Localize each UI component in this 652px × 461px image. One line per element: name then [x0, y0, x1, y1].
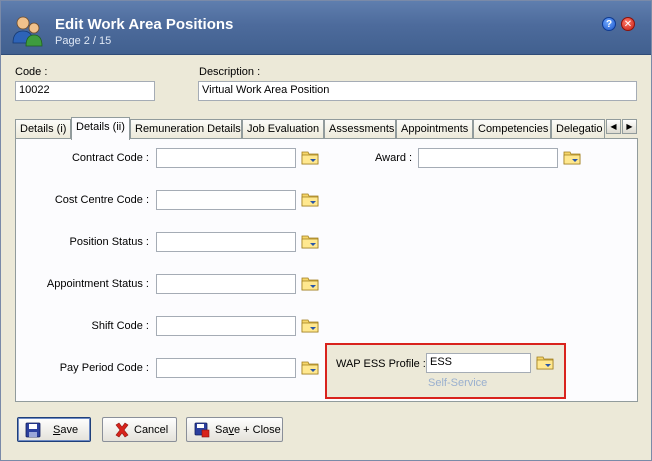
- save-label: ave: [60, 424, 79, 436]
- folder-lookup-icon[interactable]: [301, 275, 319, 291]
- title-bar: Edit Work Area Positions Page 2 / 15 ? ✕: [1, 1, 651, 55]
- appointment-status-field[interactable]: [156, 274, 296, 294]
- contract-code-label: Contract Code :: [71, 152, 149, 164]
- code-field[interactable]: 10022: [15, 81, 155, 101]
- floppy-close-icon: [194, 422, 210, 438]
- description-label: Description :: [199, 66, 261, 78]
- appointment-status-label: Appointment Status :: [46, 278, 149, 290]
- folder-lookup-icon[interactable]: [301, 317, 319, 333]
- tab-remuneration-details[interactable]: Remuneration Details: [130, 119, 242, 139]
- tab-competencies[interactable]: Competencies: [473, 119, 551, 139]
- cancel-button[interactable]: Cancel: [102, 417, 177, 442]
- award-label: Award :: [375, 152, 413, 164]
- cost-centre-code-field[interactable]: [156, 190, 296, 210]
- tab-assessments[interactable]: Assessments: [324, 119, 396, 139]
- window-title: Edit Work Area Positions: [55, 16, 234, 33]
- folder-lookup-icon[interactable]: [301, 233, 319, 249]
- folder-lookup-icon[interactable]: [563, 149, 581, 165]
- shift-code-label: Shift Code :: [91, 320, 149, 332]
- shift-code-field[interactable]: [156, 316, 296, 336]
- tab-job-evaluation[interactable]: Job Evaluation: [242, 119, 324, 139]
- position-status-label: Position Status :: [69, 236, 150, 248]
- tab-delegations[interactable]: Delegatio: [551, 119, 605, 139]
- code-label: Code :: [15, 66, 48, 78]
- contract-code-field[interactable]: [156, 148, 296, 168]
- edit-work-area-positions-window: Edit Work Area Positions Page 2 / 15 ? ✕…: [0, 0, 652, 461]
- save-close-button[interactable]: Save + Close: [186, 417, 283, 442]
- description-field[interactable]: Virtual Work Area Position: [198, 81, 637, 101]
- tab-details-i[interactable]: Details (i): [15, 119, 71, 139]
- ess-profile-label: WAP ESS Profile :: [336, 358, 426, 370]
- tab-strip: Details (i) Details (ii) Remuneration De…: [15, 117, 637, 140]
- folder-lookup-icon[interactable]: [301, 149, 319, 165]
- close-button[interactable]: ✕: [621, 17, 635, 31]
- folder-lookup-icon[interactable]: [301, 359, 319, 375]
- pay-period-code-label: Pay Period Code :: [59, 362, 149, 374]
- users-icon: [12, 16, 43, 47]
- ess-profile-description: Self-Service: [428, 377, 488, 389]
- floppy-disk-icon: [25, 422, 41, 438]
- save-close-label-post: e + Close: [233, 424, 281, 436]
- folder-lookup-icon[interactable]: [536, 354, 554, 370]
- tab-appointments[interactable]: Appointments: [396, 119, 473, 139]
- ess-profile-field[interactable]: ESS: [426, 353, 531, 373]
- red-x-icon: [115, 422, 129, 438]
- tab-details-ii[interactable]: Details (ii): [71, 117, 130, 140]
- position-status-field[interactable]: [156, 232, 296, 252]
- tab-scroll-right-button[interactable]: ▶: [622, 119, 637, 134]
- cost-centre-code-label: Cost Centre Code :: [54, 194, 149, 206]
- pay-period-code-field[interactable]: [156, 358, 296, 378]
- save-button[interactable]: Save: [17, 417, 91, 442]
- cancel-label: Cancel: [134, 424, 169, 436]
- help-button[interactable]: ?: [602, 17, 616, 31]
- save-close-label-pre: Sa: [215, 424, 229, 436]
- tab-scroll-left-button[interactable]: ◀: [606, 119, 621, 134]
- award-field[interactable]: [418, 148, 558, 168]
- folder-lookup-icon[interactable]: [301, 191, 319, 207]
- page-indicator: Page 2 / 15: [55, 35, 112, 47]
